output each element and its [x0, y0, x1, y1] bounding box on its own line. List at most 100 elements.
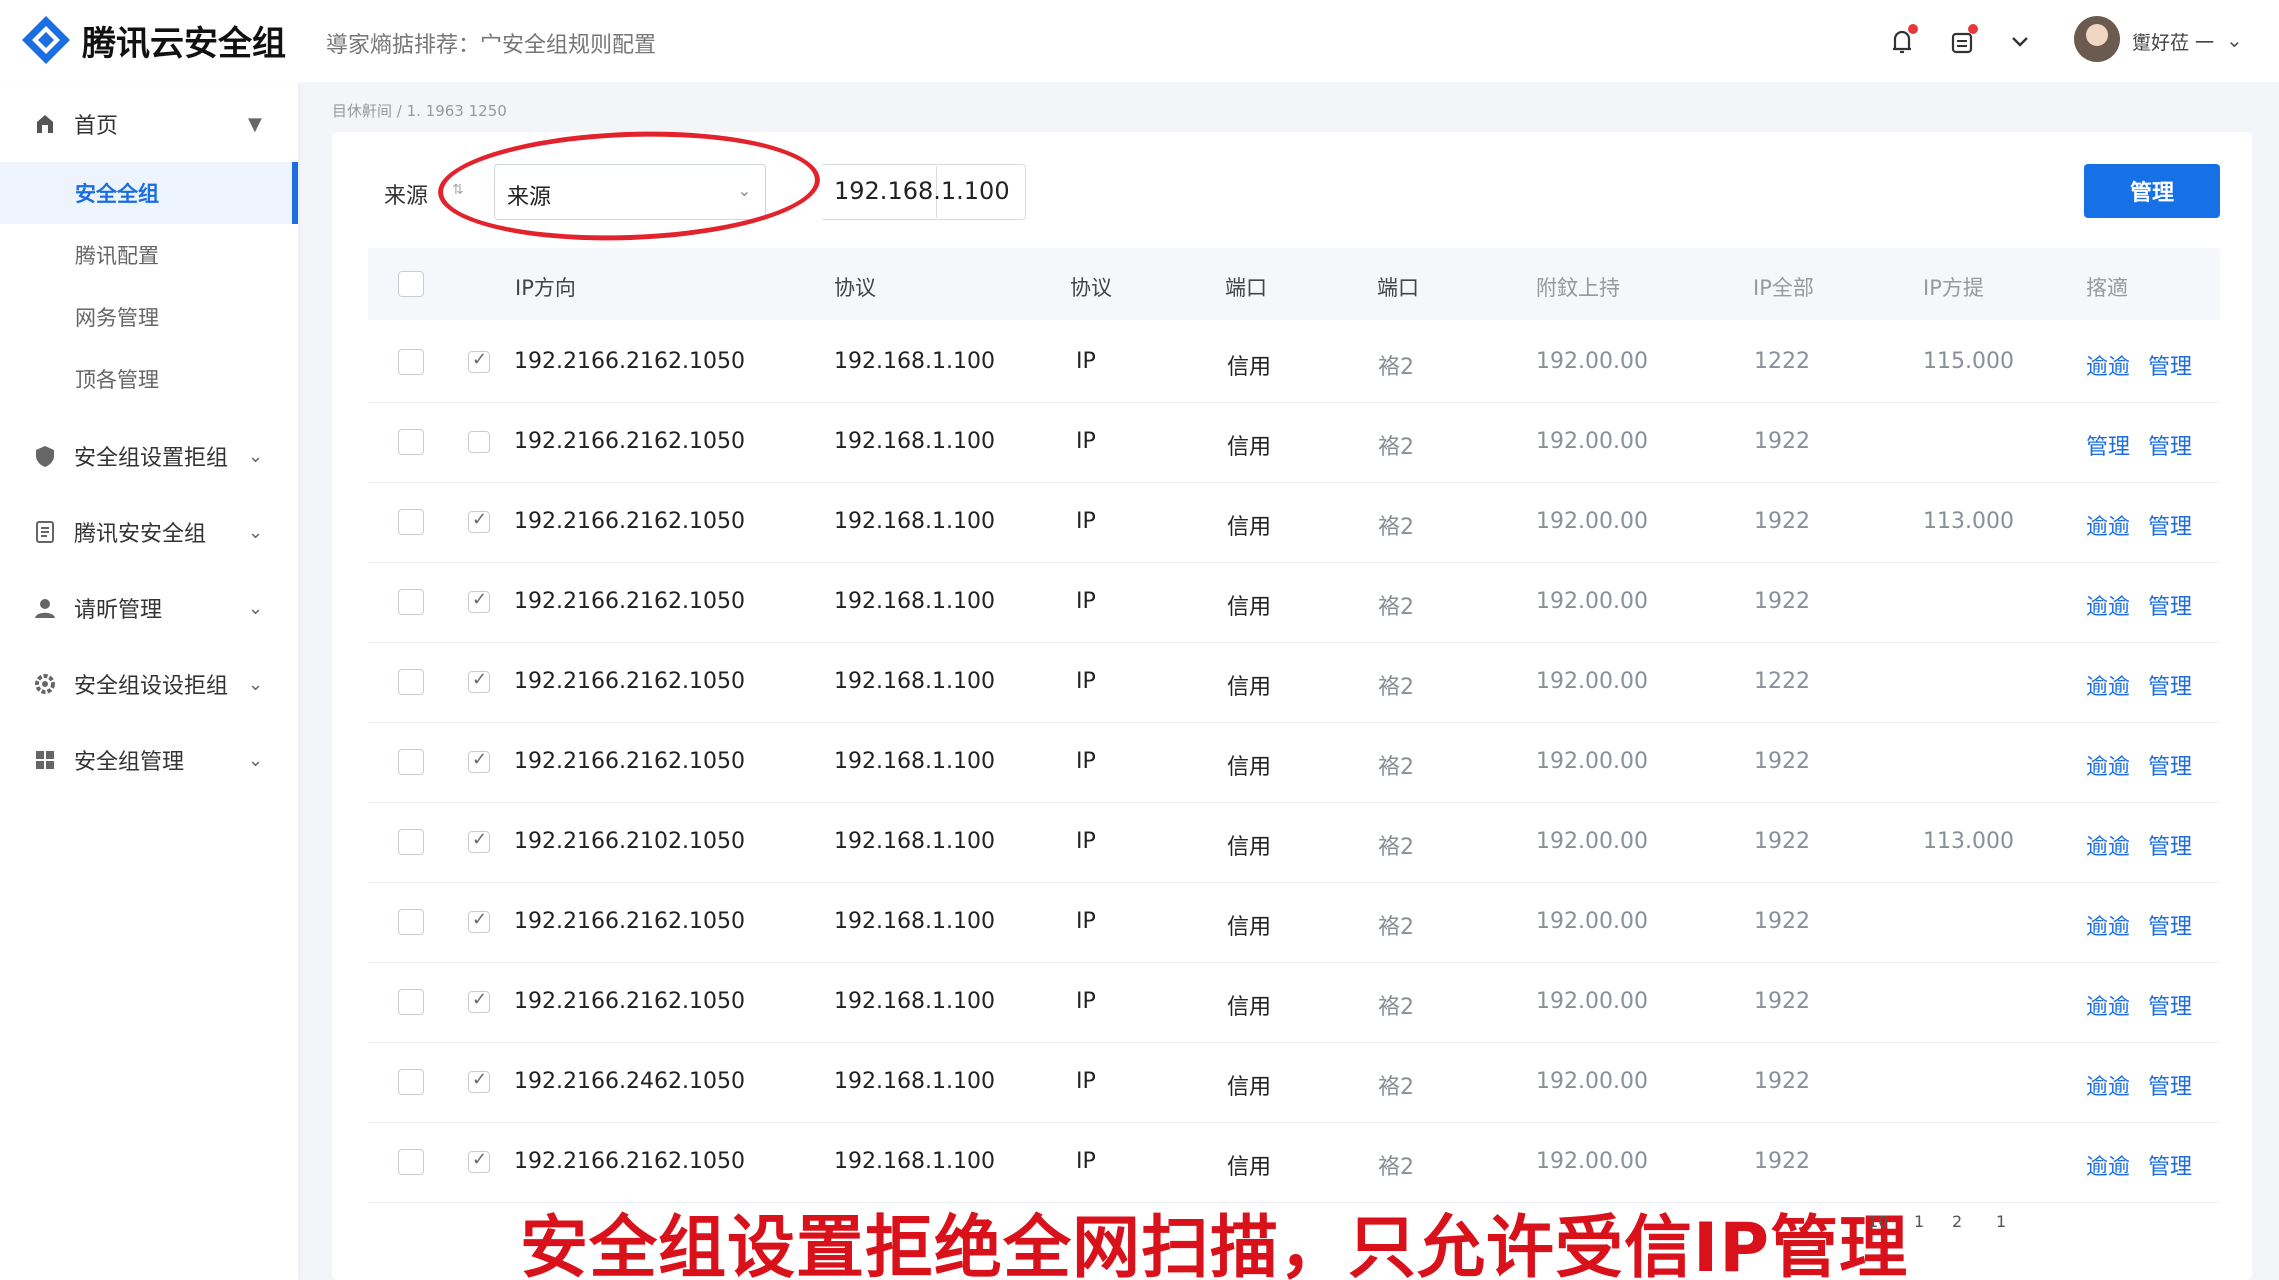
row-enable-checkbox[interactable]: [468, 349, 490, 373]
row-enable-checkbox[interactable]: [468, 431, 490, 453]
cell-ip-direction: 192.2166.2162.1050: [514, 989, 745, 1014]
sidebar-group-security-settings[interactable]: 安全组设设拒组 ⌄: [0, 652, 298, 716]
sidebar-subitem-security-group[interactable]: 安全全组: [0, 162, 298, 224]
sidebar-subitem-network-management[interactable]: 网务管理: [0, 286, 298, 348]
clipboard-icon[interactable]: [1942, 22, 1982, 62]
ip-input-value: 192.168.1.100: [834, 177, 1010, 205]
row-action-link[interactable]: 逾逾: [2086, 669, 2130, 701]
sidebar-item-label: 请昕管理: [74, 598, 163, 623]
pagination-page[interactable]: 1: [1996, 1212, 2006, 1231]
row-select-checkbox[interactable]: [398, 669, 424, 695]
cell-source-ip: 192.168.1.100: [834, 909, 995, 934]
cell-value: 192.00.00: [1536, 669, 1648, 694]
column-header[interactable]: 附鈫上持: [1536, 272, 1620, 302]
row-enable-checkbox[interactable]: [468, 589, 490, 613]
sidebar-group-security-reject[interactable]: 安全组设置拒组 ⌄: [0, 424, 298, 488]
row-enable-checkbox[interactable]: [468, 1069, 490, 1093]
row-manage-link[interactable]: 管理: [2148, 1069, 2192, 1101]
cell-port-2: 袼2: [1378, 915, 1414, 940]
row-enable-checkbox[interactable]: [468, 989, 490, 1013]
cell-protocol: IP: [1076, 989, 1096, 1014]
cell-ip-direction: 192.2166.2162.1050: [514, 429, 745, 454]
user-menu-chevron-icon[interactable]: ⌄: [2226, 28, 2243, 52]
column-header[interactable]: 端口: [1377, 272, 1419, 302]
table-row: 192.2166.2462.1050 192.168.1.100 IP 信用 袼2 192…: [368, 1043, 2220, 1123]
cell-protocol: IP: [1076, 509, 1096, 534]
chevron-down-icon[interactable]: [2000, 22, 2040, 62]
row-select-checkbox[interactable]: [398, 1069, 424, 1095]
row-enable-checkbox[interactable]: [468, 509, 490, 533]
row-select-checkbox[interactable]: [398, 829, 424, 855]
column-header[interactable]: IP方提: [1923, 272, 1984, 302]
select-all-checkbox[interactable]: [398, 271, 424, 297]
row-select-checkbox[interactable]: [398, 509, 424, 535]
row-select-checkbox[interactable]: [398, 349, 424, 375]
row-manage-link[interactable]: 管理: [2148, 829, 2192, 861]
sidebar-group-request-management[interactable]: 请昕管理 ⌄: [0, 576, 298, 640]
cell-count: 1922: [1754, 749, 1810, 774]
row-enable-checkbox[interactable]: [468, 909, 490, 933]
row-action-link[interactable]: 管理: [2086, 429, 2130, 461]
row-enable-checkbox[interactable]: [468, 749, 490, 773]
column-header[interactable]: 协议: [834, 272, 876, 302]
user-icon: [32, 595, 58, 621]
row-manage-link[interactable]: 管理: [2148, 749, 2192, 781]
row-manage-link[interactable]: 管理: [2148, 589, 2192, 621]
cell-protocol: IP: [1076, 1069, 1096, 1094]
row-enable-checkbox[interactable]: [468, 669, 490, 693]
row-action-link[interactable]: 逾逾: [2086, 509, 2130, 541]
row-action-link[interactable]: 逾逾: [2086, 989, 2130, 1021]
pagination-size[interactable]: 10: [1868, 1212, 1888, 1231]
cell-protocol: IP: [1076, 349, 1096, 374]
cell-source-ip: 192.168.1.100: [834, 1069, 995, 1094]
column-header[interactable]: 协议: [1070, 272, 1112, 302]
sidebar-group-tencent-security[interactable]: 腾讯安安全组 ⌄: [0, 500, 298, 564]
column-header[interactable]: IP全部: [1753, 272, 1814, 302]
manage-button[interactable]: 管理: [2084, 164, 2220, 218]
row-select-checkbox[interactable]: [398, 589, 424, 615]
row-manage-link[interactable]: 管理: [2148, 669, 2192, 701]
row-select-checkbox[interactable]: [398, 429, 424, 455]
top-header: 腾讯云安全组 導家熵掂排荐：宀安全组规则配置 躗好莅 一 ⌄: [0, 0, 2279, 82]
column-header[interactable]: IP方向: [515, 272, 576, 302]
row-action-link[interactable]: 逾逾: [2086, 1149, 2130, 1181]
row-manage-link[interactable]: 管理: [2148, 349, 2192, 381]
sidebar-subitem-item-management[interactable]: 顶各管理: [0, 348, 298, 410]
row-manage-link[interactable]: 管理: [2148, 909, 2192, 941]
row-enable-checkbox[interactable]: [468, 1149, 490, 1173]
row-manage-link[interactable]: 管理: [2148, 989, 2192, 1021]
row-enable-checkbox[interactable]: [468, 829, 490, 853]
cell-port: 信用: [1227, 995, 1272, 1020]
row-manage-link[interactable]: 管理: [2148, 429, 2192, 461]
row-manage-link[interactable]: 管理: [2148, 1149, 2192, 1181]
cell-source-ip: 192.168.1.100: [834, 989, 995, 1014]
cell-ip-direction: 192.2166.2102.1050: [514, 829, 745, 854]
cell-protocol: IP: [1076, 829, 1096, 854]
avatar[interactable]: [2074, 16, 2120, 62]
user-name[interactable]: 躗好莅 一: [2132, 28, 2214, 55]
row-action-link[interactable]: 逾逾: [2086, 1069, 2130, 1101]
sidebar-group-security-management[interactable]: 安全组管理 ⌄: [0, 728, 298, 792]
column-header[interactable]: 端口: [1225, 272, 1267, 302]
pagination-page[interactable]: 2: [1952, 1212, 1962, 1231]
row-action-link[interactable]: 逾逾: [2086, 749, 2130, 781]
cell-port: 信用: [1227, 755, 1272, 780]
sidebar-item-home[interactable]: 首页 ▼: [0, 92, 298, 156]
row-select-checkbox[interactable]: [398, 749, 424, 775]
row-action-link[interactable]: 逾逾: [2086, 589, 2130, 621]
header-subtitle: 導家熵掂排荐：宀安全组规则配置: [326, 33, 657, 58]
row-action-link[interactable]: 逾逾: [2086, 349, 2130, 381]
pagination-page[interactable]: 1: [1914, 1212, 1924, 1231]
chevron-down-icon: ⌄: [248, 521, 264, 543]
notification-icon[interactable]: [1882, 22, 1922, 62]
row-select-checkbox[interactable]: [398, 1149, 424, 1175]
row-select-checkbox[interactable]: [398, 989, 424, 1015]
chevron-down-icon: ⌄: [248, 673, 264, 695]
column-header[interactable]: 揢適: [2086, 272, 2128, 302]
cell-ip-direction: 192.2166.2162.1050: [514, 909, 745, 934]
sidebar-subitem-tencent-config[interactable]: 腾讯配置: [0, 224, 298, 286]
row-select-checkbox[interactable]: [398, 909, 424, 935]
row-action-link[interactable]: 逾逾: [2086, 829, 2130, 861]
row-manage-link[interactable]: 管理: [2148, 509, 2192, 541]
row-action-link[interactable]: 逾逾: [2086, 909, 2130, 941]
